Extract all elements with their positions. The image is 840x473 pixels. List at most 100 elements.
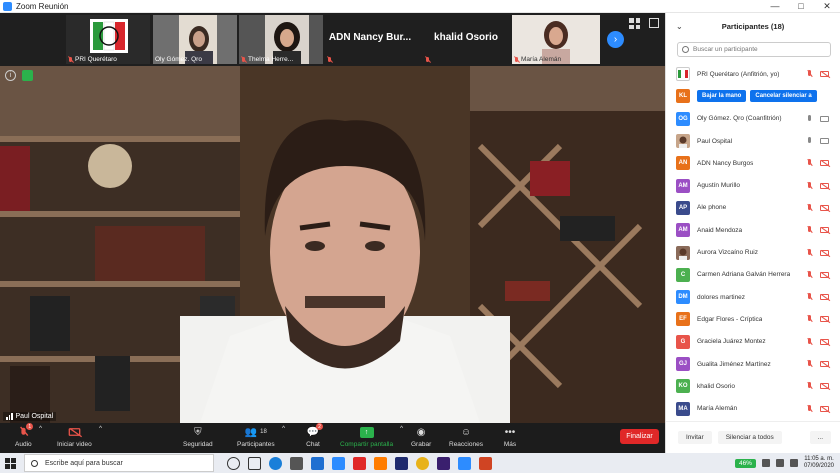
network-icon[interactable] <box>775 459 784 467</box>
participant-row[interactable]: Paul Ospital <box>666 130 840 152</box>
taskbar-apps <box>227 456 492 470</box>
avatar: EF <box>676 312 690 327</box>
more-button[interactable]: ••• Más <box>503 425 517 449</box>
microphone-muted-icon[interactable] <box>807 248 812 257</box>
participant-search-input[interactable] <box>693 46 823 53</box>
participant-row[interactable]: DM dolores martinez <box>666 286 840 308</box>
office-icon[interactable] <box>353 456 366 470</box>
microphone-muted-icon[interactable] <box>807 203 812 212</box>
participant-status-icons <box>807 181 829 190</box>
gallery-view-icon[interactable] <box>629 18 640 29</box>
zoom-taskbar-icon[interactable] <box>458 456 471 470</box>
participant-row[interactable]: Aurora Vizcaíno Ruiz <box>666 241 840 263</box>
microphone-icon[interactable] <box>807 114 812 123</box>
video-options-caret[interactable]: ^ <box>99 425 102 432</box>
microphone-muted-icon[interactable] <box>807 360 812 368</box>
participant-row[interactable]: AM Anaid Mendoza <box>666 219 840 241</box>
zoom-app-icon <box>3 1 12 11</box>
meeting-info-icon[interactable]: i <box>5 70 16 81</box>
store-icon[interactable] <box>290 456 303 470</box>
microphone-muted-icon[interactable] <box>807 270 812 279</box>
illustrator-icon[interactable] <box>374 456 387 470</box>
share-screen-button[interactable]: ↑ Compartir pantalla <box>340 425 393 448</box>
mail-icon[interactable] <box>311 456 324 470</box>
participant-name: ADN Nancy Burgos <box>697 159 754 167</box>
participant-row[interactable]: MA María Alemán <box>666 397 840 419</box>
avatar: OG <box>676 111 690 126</box>
participants-options-caret[interactable]: ^ <box>282 425 285 432</box>
microphone-muted-icon[interactable] <box>807 226 812 234</box>
taskbar-search[interactable]: Escribe aquí para buscar <box>24 454 214 472</box>
thumbnail-strip: PRI Querétaro Oly Gómez. Qro Thelma Herr… <box>0 13 665 66</box>
participant-row[interactable]: GJ Gualita Jiménez Martínez <box>666 353 840 375</box>
record-button[interactable]: ◉ Grabar <box>411 425 431 449</box>
participant-name: Oly Gómez. Qro (Coanfitrión) <box>697 115 782 123</box>
start-video-button[interactable]: Iniciar video <box>57 425 92 448</box>
thumbnail-tile[interactable]: khalid Osorio <box>423 15 509 64</box>
audio-button[interactable]: 1 Audio <box>15 423 34 448</box>
close-button[interactable]: ✕ <box>814 0 840 13</box>
avatar: MA <box>676 401 690 416</box>
microphone-muted-icon[interactable] <box>807 382 812 390</box>
minimize-button[interactable]: — <box>762 0 788 13</box>
maximize-button[interactable]: □ <box>788 0 814 13</box>
end-meeting-button[interactable]: Finalizar <box>620 429 659 444</box>
powerpoint-icon[interactable] <box>479 456 492 470</box>
mute-all-button[interactable]: Silenciar a todos <box>717 431 782 444</box>
participant-row[interactable]: KO khalid Osorio <box>666 375 840 397</box>
thumbnail-tile[interactable]: María Alemán <box>512 15 600 64</box>
windows-start-icon[interactable] <box>0 453 20 473</box>
battery-indicator[interactable]: 46% <box>734 458 756 468</box>
microphone-icon[interactable] <box>807 137 812 145</box>
thumbnail-tile[interactable]: Thelma Herre... <box>239 15 323 64</box>
participant-row[interactable]: AN ADN Nancy Burgos <box>666 152 840 174</box>
participant-status-icons <box>807 293 829 301</box>
microphone-muted-icon[interactable] <box>807 404 812 413</box>
microphone-muted-icon[interactable] <box>807 159 812 167</box>
app-l-icon[interactable] <box>332 456 345 470</box>
lower-hand-button[interactable]: Bajar la mano <box>697 90 747 103</box>
microphone-muted-icon[interactable] <box>807 70 812 78</box>
microphone-muted-icon[interactable] <box>807 181 812 190</box>
chevron-down-icon[interactable]: ⌄ <box>676 22 683 31</box>
next-page-button[interactable]: › <box>607 31 624 48</box>
cortana-icon[interactable] <box>227 456 240 470</box>
participant-row[interactable]: AP Ale phone <box>666 197 840 219</box>
participant-search[interactable] <box>677 42 831 57</box>
microphone-muted-icon[interactable] <box>807 315 812 323</box>
task-view-icon[interactable] <box>248 456 261 470</box>
participant-row[interactable]: AM Agustín Murillo <box>666 174 840 196</box>
participant-row[interactable]: OG Oly Gómez. Qro (Coanfitrión) <box>666 108 840 130</box>
participant-row[interactable]: G Graciela Juárez Montez <box>666 331 840 353</box>
edge-icon[interactable] <box>269 456 282 470</box>
thumbnail-tile[interactable]: PRI Querétaro <box>66 15 150 64</box>
encryption-shield-icon[interactable] <box>22 70 33 81</box>
participants-button[interactable]: 👥 18 Participantes <box>237 425 275 449</box>
thumbnail-tile[interactable]: Oly Gómez. Qro <box>153 15 237 64</box>
microphone-muted-icon[interactable] <box>807 293 812 301</box>
participant-row[interactable]: C Carmen Adriana Galván Herrera <box>666 264 840 286</box>
indesign-icon[interactable] <box>395 456 408 470</box>
volume-icon[interactable] <box>789 459 798 467</box>
reactions-button[interactable]: ☺ Reacciones <box>449 425 483 449</box>
cancel-unmute-button[interactable]: Cancelar silenciar a <box>750 90 817 103</box>
video-off-icon <box>820 338 829 345</box>
search-icon <box>682 46 689 53</box>
participant-row[interactable]: PRI Querétaro (Anfitrión, yo) <box>666 63 840 85</box>
premiere-icon[interactable] <box>437 456 450 470</box>
microphone-muted-icon[interactable] <box>807 337 812 346</box>
taskbar-clock[interactable]: 11:05 a. m. 07/09/2020 <box>804 456 834 470</box>
participant-row[interactable]: KL Bajar la mano Cancelar silenciar a <box>666 85 840 107</box>
thumbnail-tile[interactable]: ADN Nancy Bur... <box>325 15 415 64</box>
share-options-caret[interactable]: ^ <box>400 425 403 432</box>
chat-button[interactable]: 💬 2 Chat <box>306 423 323 448</box>
audio-options-caret[interactable]: ^ <box>39 425 42 432</box>
security-button[interactable]: ⛨ Seguridad <box>183 425 213 449</box>
participant-row[interactable]: EF Edgar Flores - Críptica <box>666 308 840 330</box>
panel-more-button[interactable]: ... <box>809 431 831 444</box>
tray-icon[interactable] <box>761 459 770 467</box>
invite-button[interactable]: Invitar <box>678 431 712 444</box>
fullscreen-icon[interactable] <box>649 18 659 28</box>
chrome-icon[interactable] <box>416 456 429 470</box>
thumbnail-name: Oly Gómez. Qro <box>155 56 202 63</box>
